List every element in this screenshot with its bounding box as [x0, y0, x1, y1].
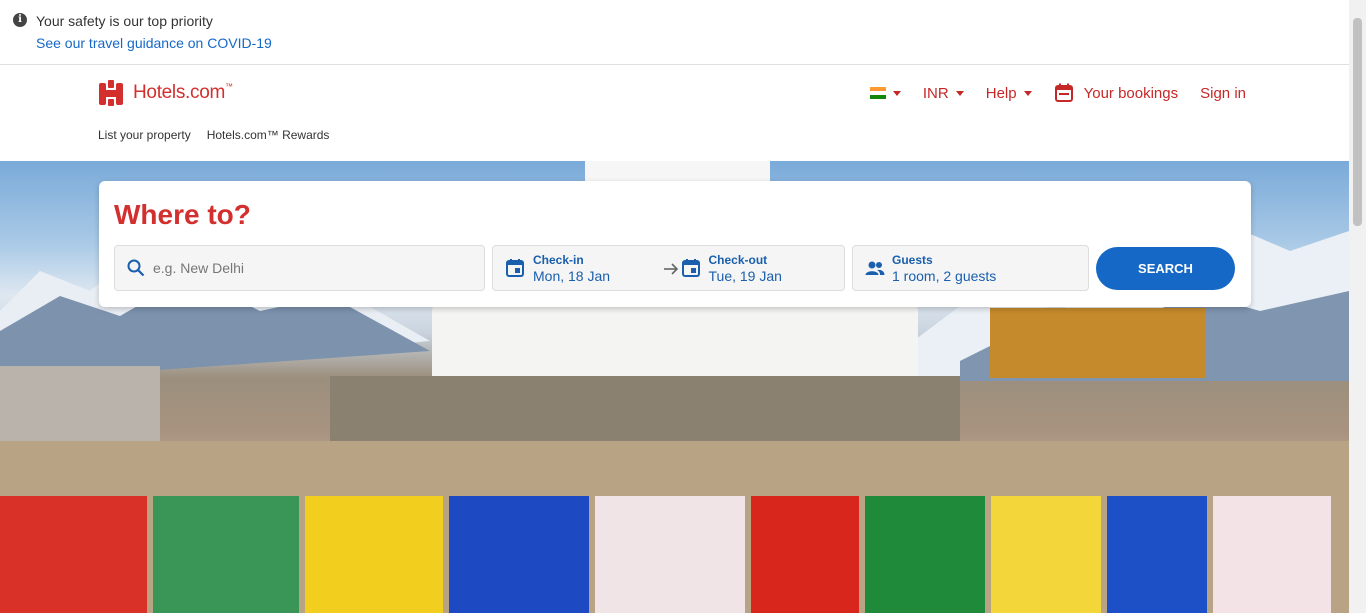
site-header: Hotels.com™ List your property Hotels.co…	[0, 65, 1349, 161]
search-heading: Where to?	[114, 199, 251, 230]
prayer-flag-blue	[449, 496, 589, 613]
help-menu[interactable]: Help	[986, 85, 1032, 102]
check-out-field[interactable]: Check-out Tue, 19 Jan	[669, 246, 845, 290]
sign-in-label: Sign in	[1200, 84, 1246, 102]
top-navigation: INR Help Your bookings Sign in	[848, 83, 1246, 103]
sub-navigation: List your property Hotels.com™ Rewards	[98, 128, 329, 142]
page-scrollbar[interactable]	[1349, 0, 1366, 613]
yellow-house	[990, 308, 1205, 378]
list-property-link[interactable]: List your property	[98, 128, 191, 142]
building	[0, 366, 160, 446]
prayer-flag-yellow	[991, 496, 1101, 613]
dates-field: Check-in Mon, 18 Jan Check-out Tue, 19 J…	[492, 245, 845, 291]
hotels-logo[interactable]: Hotels.com™	[98, 80, 233, 106]
search-icon	[127, 259, 145, 277]
check-in-field[interactable]: Check-in Mon, 18 Jan	[493, 246, 679, 290]
chevron-down-icon	[892, 90, 901, 96]
banner-title: Your safety is our top priority	[36, 13, 213, 29]
search-button[interactable]: SEARCH	[1096, 247, 1235, 290]
prayer-flags	[0, 496, 1349, 613]
prayer-flag-white	[595, 496, 745, 613]
check-out-label: Check-out	[708, 252, 768, 267]
stone-wall	[330, 376, 960, 446]
stupa	[432, 306, 918, 384]
check-out-value: Tue, 19 Jan	[708, 267, 782, 284]
your-bookings-link[interactable]: Your bookings	[1054, 83, 1179, 103]
guests-value: 1 room, 2 guests	[892, 267, 997, 284]
currency-selector[interactable]: INR	[923, 85, 964, 102]
search-card: Where to? Check-in Mon, 18 Jan	[99, 181, 1251, 307]
logo-text: Hotels.com™	[133, 82, 233, 103]
prayer-flag-blue	[1107, 496, 1207, 613]
chevron-down-icon	[1023, 90, 1032, 96]
check-in-value: Mon, 18 Jan	[533, 267, 611, 284]
covid-guidance-link[interactable]: See our travel guidance on COVID-19	[36, 35, 272, 51]
currency-label: INR	[922, 84, 949, 102]
guests-field[interactable]: Guests 1 room, 2 guests	[852, 245, 1089, 291]
scrollbar-thumb[interactable]	[1353, 18, 1362, 226]
india-flag-icon	[869, 87, 886, 99]
prayer-flag-green	[865, 496, 985, 613]
people-icon	[865, 261, 885, 275]
calendar-icon	[506, 259, 524, 277]
destination-input[interactable]	[153, 260, 453, 276]
prayer-flag-red	[751, 496, 859, 613]
rewards-link[interactable]: Hotels.com™ Rewards	[207, 128, 330, 142]
covid-banner: i Your safety is our top priority See ou…	[0, 0, 1349, 65]
stupa-dome	[585, 161, 770, 181]
prayer-flag-white	[1213, 496, 1331, 613]
check-in-label: Check-in	[533, 252, 584, 267]
your-bookings-label: Your bookings	[1083, 84, 1179, 102]
guests-label: Guests	[892, 252, 933, 267]
prayer-flag-yellow	[305, 496, 443, 613]
sign-in-link[interactable]: Sign in	[1200, 85, 1246, 102]
calendar-icon	[681, 259, 700, 277]
destination-field[interactable]	[114, 245, 485, 291]
hotels-logo-icon	[99, 80, 123, 106]
info-icon: i	[13, 13, 27, 27]
region-selector[interactable]	[869, 87, 901, 99]
chevron-down-icon	[955, 90, 964, 96]
help-label: Help	[985, 84, 1017, 102]
calendar-icon	[1054, 83, 1073, 102]
prayer-flag-red	[0, 496, 147, 613]
prayer-flag-green	[153, 496, 299, 613]
